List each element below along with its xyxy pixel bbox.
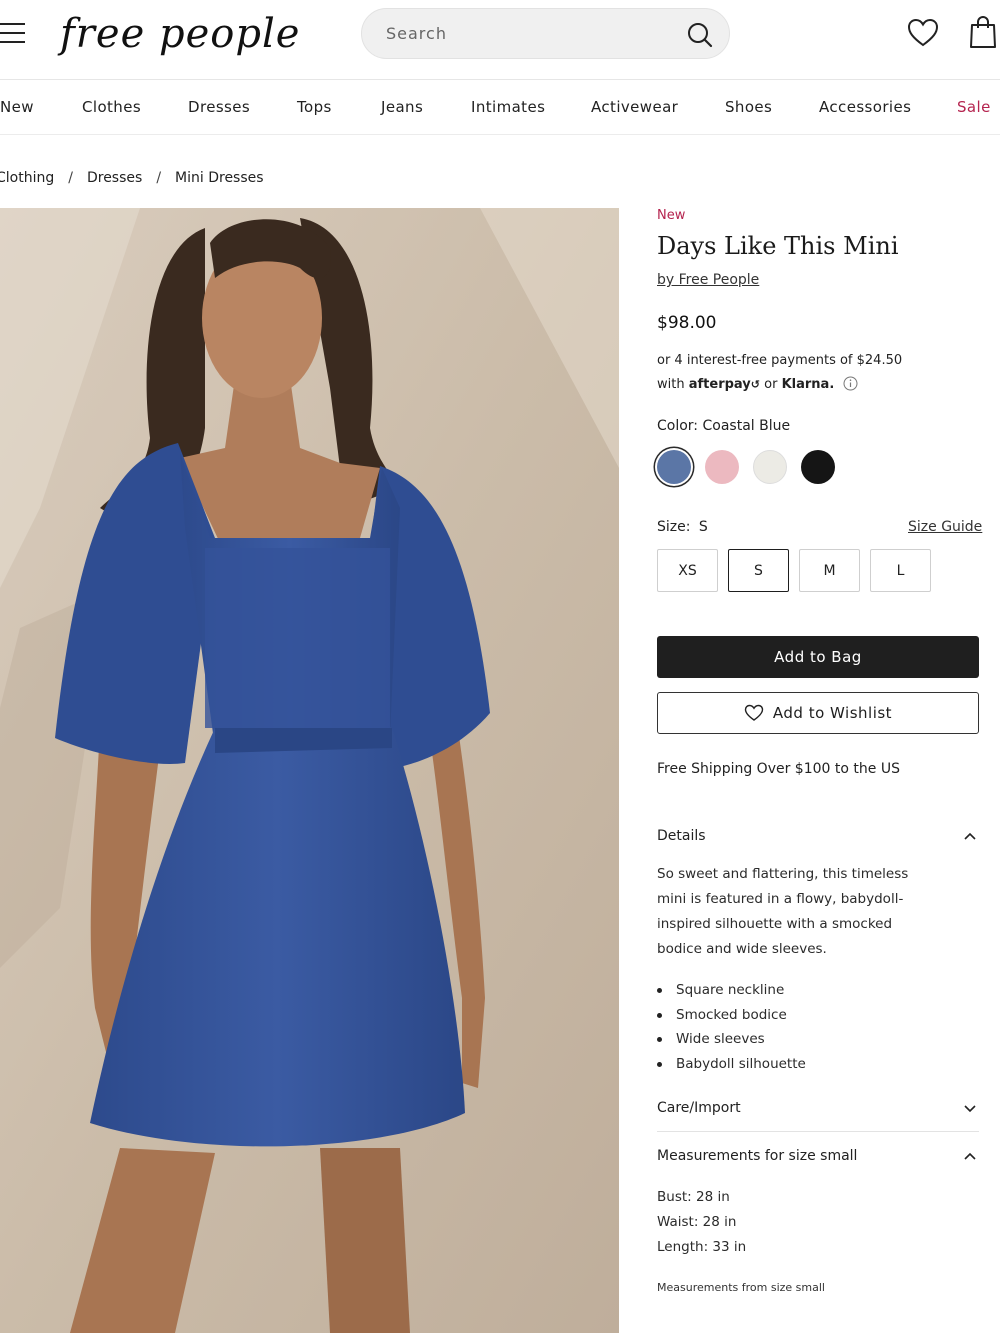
nav-item-dresses[interactable]: Dresses — [188, 98, 250, 116]
chevron-up-icon — [964, 832, 976, 840]
add-to-bag-label: Add to Bag — [774, 648, 862, 666]
add-to-wishlist-button[interactable]: Add to Wishlist — [657, 692, 979, 734]
bust-measurement: Bust: 28 in — [657, 1189, 730, 1205]
list-item: Babydoll silhouette — [657, 1052, 806, 1077]
details-heading: Details — [657, 828, 706, 844]
installment-with-text: with — [657, 377, 685, 392]
color-label-text: Color: — [657, 418, 699, 434]
size-button-l[interactable]: L — [870, 549, 931, 592]
search-bar — [361, 8, 730, 59]
size-button-m[interactable]: M — [799, 549, 860, 592]
add-to-wishlist-label: Add to Wishlist — [772, 704, 893, 722]
feature-list: Square neckline Smocked bodice Wide slee… — [657, 978, 806, 1076]
measurements-list: Bust: 28 in Waist: 28 in Length: 33 in — [657, 1185, 746, 1260]
installment-text: or 4 interest-free payments of $24.50 — [657, 353, 903, 368]
nav-item-sale[interactable]: Sale — [957, 98, 991, 116]
nav-item-jeans[interactable]: Jeans — [381, 98, 423, 116]
wishlist-heart-icon[interactable] — [906, 17, 940, 49]
product-description: So sweet and flattering, this timeless m… — [657, 866, 909, 957]
size-value: S — [698, 519, 708, 535]
size-label: Size: S — [657, 519, 708, 535]
breadcrumb-clothing[interactable]: Clothing — [0, 170, 54, 186]
afterpay-logo[interactable]: afterpay — [689, 377, 751, 392]
shopping-bag-icon[interactable] — [966, 14, 1000, 50]
afterpay-mark-icon: ↺ — [750, 378, 760, 391]
product-title: Days Like This Mini — [657, 232, 899, 260]
list-item: Smocked bodice — [657, 1003, 806, 1028]
nav-item-clothes[interactable]: Clothes — [82, 98, 141, 116]
nav-item-shoes[interactable]: Shoes — [725, 98, 772, 116]
swatch-ivory[interactable] — [753, 450, 787, 484]
list-item: Square neckline — [657, 978, 806, 1003]
care-import-heading: Care/Import — [657, 1100, 741, 1116]
search-icon[interactable] — [686, 21, 714, 49]
size-button-s[interactable]: S — [728, 549, 789, 592]
breadcrumb-separator: / — [156, 170, 162, 186]
measurements-heading: Measurements for size small — [657, 1148, 858, 1164]
color-value: Coastal Blue — [702, 418, 791, 434]
search-input[interactable] — [386, 9, 676, 58]
size-guide-link[interactable]: Size Guide — [908, 519, 982, 535]
size-label-text: Size: — [657, 519, 691, 535]
nav-item-accessories[interactable]: Accessories — [819, 98, 911, 116]
swatch-pink[interactable] — [705, 450, 739, 484]
klarna-logo[interactable]: Klarna. — [782, 377, 835, 392]
new-badge: New — [657, 208, 686, 223]
payment-providers: with afterpay↺ or Klarna. — [657, 373, 902, 397]
brand-link[interactable]: by Free People — [657, 272, 759, 288]
list-item: Wide sleeves — [657, 1027, 806, 1052]
size-button-xs[interactable]: XS — [657, 549, 718, 592]
breadcrumb-separator: / — [68, 170, 73, 186]
chevron-up-icon — [964, 1152, 976, 1160]
installment-or-text: or — [764, 377, 778, 392]
breadcrumb: Clothing / Dresses / Mini Dresses — [0, 170, 264, 186]
waist-measurement: Waist: 28 in — [657, 1214, 737, 1230]
measurements-accordion-header[interactable]: Measurements for size small — [657, 1148, 979, 1164]
hamburger-menu-icon[interactable] — [0, 20, 28, 46]
breadcrumb-mini-dresses[interactable]: Mini Dresses — [175, 170, 264, 186]
logo[interactable]: free people — [60, 4, 300, 64]
swatch-black[interactable] — [801, 450, 835, 484]
chevron-down-icon — [964, 1105, 976, 1113]
nav-item-new[interactable]: New — [0, 98, 34, 116]
shipping-info: Free Shipping Over $100 to the US — [657, 761, 900, 777]
breadcrumb-dresses[interactable]: Dresses — [87, 170, 142, 186]
measurements-note: Measurements from size small — [657, 1281, 825, 1294]
info-icon[interactable] — [843, 376, 858, 391]
nav-item-tops[interactable]: Tops — [297, 98, 332, 116]
swatch-coastal-blue[interactable] — [657, 450, 691, 484]
product-image[interactable] — [0, 208, 619, 1333]
care-import-accordion-header[interactable]: Care/Import — [657, 1100, 979, 1116]
site-header: free people — [0, 0, 1000, 80]
nav-item-intimates[interactable]: Intimates — [471, 98, 545, 116]
nav-item-activewear[interactable]: Activewear — [591, 98, 678, 116]
category-nav: New Clothes Dresses Tops Jeans Intimates… — [0, 80, 1000, 135]
length-measurement: Length: 33 in — [657, 1239, 747, 1255]
divider — [657, 1131, 979, 1132]
heart-icon — [744, 704, 764, 721]
color-label: Color: Coastal Blue — [657, 418, 790, 434]
installment-info: or 4 interest-free payments of $24.50 wi… — [657, 349, 902, 397]
product-price: $98.00 — [657, 313, 717, 333]
add-to-bag-button[interactable]: Add to Bag — [657, 636, 979, 678]
details-accordion-header[interactable]: Details — [657, 828, 979, 844]
